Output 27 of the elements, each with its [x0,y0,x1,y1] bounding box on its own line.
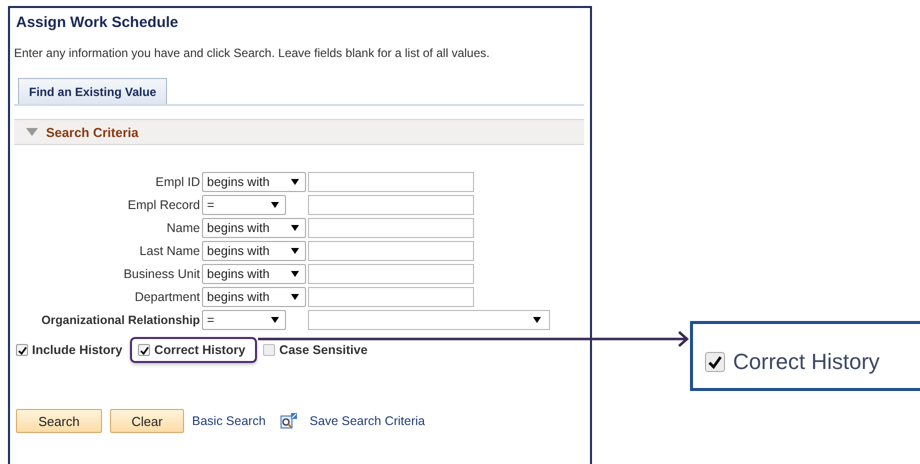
page-title: Assign Work Schedule [16,14,178,31]
field-label: Name [166,221,201,235]
checkbox-option[interactable]: Include History [16,343,122,357]
operator-dropdown[interactable]: begins with [202,241,306,261]
operator-dropdown[interactable]: begins with [202,172,306,192]
tab[interactable]: Find an Existing Value [18,78,168,104]
section-header[interactable]: Search Criteria [14,119,584,145]
checkbox-option[interactable]: Correct History [138,343,246,357]
instructions-text: Enter any information you have and click Search. Leave fields blank for a list of all values. [14,46,490,60]
operator-dropdown[interactable]: begins with [202,218,306,238]
action-button[interactable]: Search [16,409,102,433]
link[interactable]: Basic Search [192,414,266,428]
field-label: Department [134,290,201,304]
operator-dropdown[interactable]: = [202,310,286,330]
callout-label: Correct History [733,349,880,375]
action-button[interactable]: Clear [110,409,184,433]
field-label: Organizational Relationship [40,313,201,327]
field-label: Empl ID [154,175,201,189]
operator-dropdown[interactable]: begins with [202,287,306,307]
field-label: Empl Record [126,198,201,212]
link[interactable]: Save Search Criteria [310,414,425,428]
checkbox-option[interactable]: Case Sensitive [263,343,368,357]
field-label: Last Name [138,244,201,258]
section-title: Search Criteria [46,124,138,140]
operator-dropdown[interactable]: = [202,195,286,215]
field-label: Business Unit [122,267,201,281]
operator-dropdown[interactable]: begins with [202,264,306,284]
